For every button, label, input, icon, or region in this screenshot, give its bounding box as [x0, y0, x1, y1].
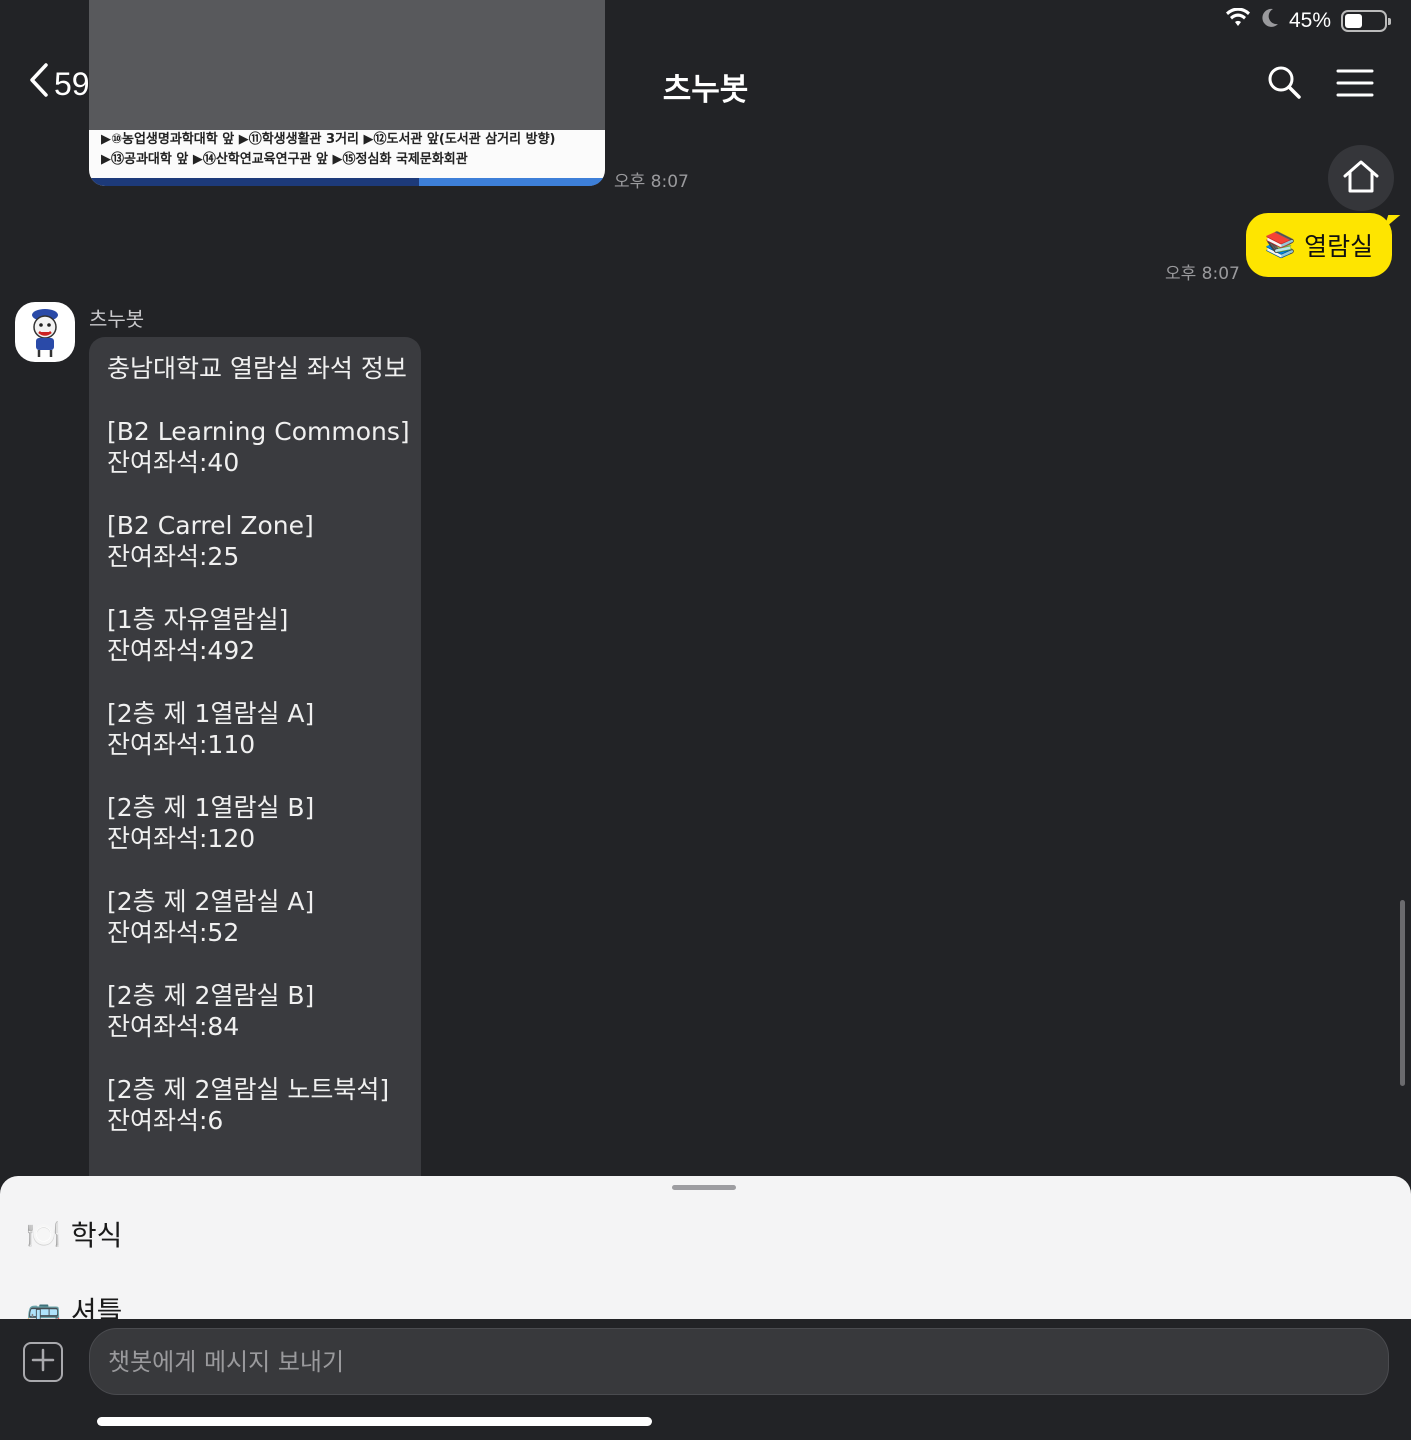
- user-message-bubble[interactable]: 📚 열람실: [1246, 213, 1392, 277]
- room-entry: [B2 Learning Commons] 잔여좌석:40: [107, 416, 410, 478]
- room-entry: [2층 제 2열람실 노트북석] 잔여좌석:6: [107, 1074, 403, 1136]
- battery-percent: 45%: [1288, 9, 1331, 32]
- attach-button[interactable]: [23, 1342, 63, 1382]
- room-name: [B2 Learning Commons]: [107, 417, 410, 446]
- room-seats: 잔여좌석:25: [107, 542, 240, 571]
- room-seats: 잔여좌석:52: [107, 918, 240, 947]
- bot-avatar[interactable]: [15, 302, 75, 362]
- status-bar: 45%: [1225, 6, 1391, 36]
- message-input[interactable]: [89, 1328, 1389, 1395]
- books-icon: 📚: [1264, 230, 1297, 259]
- room-entry: [2층 제 2열람실 B] 잔여좌석:84: [107, 980, 403, 1042]
- room-seats: 잔여좌석:492: [107, 636, 256, 665]
- mascot-icon: [32, 309, 58, 357]
- battery-icon: [1341, 10, 1391, 32]
- room-name: [2층 제 2열람실 A]: [107, 887, 315, 916]
- room-entry: [B2 Carrel Zone] 잔여좌석:25: [107, 510, 403, 572]
- plate-icon: 🍽️: [26, 1217, 61, 1251]
- moon-icon: [1261, 8, 1279, 34]
- plus-icon: [30, 1347, 56, 1377]
- search-icon[interactable]: [1266, 64, 1302, 104]
- room-entry: [2층 제 2열람실 A] 잔여좌석:52: [107, 886, 403, 948]
- user-message-text: 열람실: [1304, 232, 1374, 261]
- chat-title: 츠누봇: [662, 72, 749, 108]
- room-seats: 잔여좌석:84: [107, 1012, 240, 1041]
- bot-message-bubble[interactable]: 충남대학교 열람실 좌석 정보 [B2 Learning Commons] 잔여좌…: [89, 337, 421, 1197]
- bot-sender-name: 츠누봇: [89, 307, 145, 331]
- room-seats: 잔여좌석:6: [107, 1106, 224, 1135]
- user-message-timestamp: 오후 8:07: [1165, 264, 1240, 284]
- room-entry: [1층 자유열람실] 잔여좌석:492: [107, 604, 403, 666]
- image-text-line-2: ▶⑬공과대학 앞 ▶⑭산학연교육연구관 앞 ▶⑮정심화 국제문화회관: [101, 152, 468, 167]
- chat-scrollbar[interactable]: [1400, 900, 1405, 1086]
- room-name: [B2 Carrel Zone]: [107, 511, 314, 540]
- message-input-bar: [0, 1319, 1411, 1440]
- room-seats: 잔여좌석:40: [107, 448, 240, 477]
- room-seats: 잔여좌석:110: [107, 730, 256, 759]
- image-text-line-1: ▶⑩농업생명과학대학 앞 ▶⑪학생생활관 3거리 ▶⑫도서관 앞(도서관 삼거리…: [101, 132, 556, 147]
- chat-screen: ▶⑩농업생명과학대학 앞 ▶⑪학생생활관 3거리 ▶⑫도서관 앞(도서관 삼거리…: [0, 0, 1411, 1440]
- image-bottom-accent: [419, 178, 605, 186]
- room-entry: [2층 제 1열람실 B] 잔여좌석:120: [107, 792, 403, 854]
- quick-reply-sheet: 🍽️ 학식 🚌 셔틀: [0, 1176, 1411, 1326]
- room-name: [2층 제 2열람실 B]: [107, 981, 315, 1010]
- bot-message-heading: 충남대학교 열람실 좌석 정보: [107, 354, 407, 383]
- sheet-drag-handle[interactable]: [672, 1185, 736, 1190]
- home-button[interactable]: [1328, 145, 1394, 211]
- home-icon: [1341, 158, 1381, 198]
- quick-reply-label: 학식: [70, 1219, 123, 1252]
- room-entry: [2층 제 1열람실 A] 잔여좌석:110: [107, 698, 403, 760]
- room-name: [2층 제 1열람실 B]: [107, 793, 315, 822]
- quick-reply-meal[interactable]: 🍽️ 학식: [26, 1214, 122, 1254]
- wifi-icon: [1225, 7, 1251, 34]
- image-timestamp: 오후 8:07: [614, 172, 689, 192]
- menu-icon[interactable]: [1336, 64, 1374, 104]
- home-indicator[interactable]: [97, 1417, 652, 1426]
- room-name: [1층 자유열람실]: [107, 605, 289, 634]
- room-name: [2층 제 2열람실 노트북석]: [107, 1075, 390, 1104]
- battery-fill: [1345, 14, 1363, 28]
- room-name: [2층 제 1열람실 A]: [107, 699, 315, 728]
- chat-header: 59 츠누봇: [0, 50, 1411, 126]
- room-seats: 잔여좌석:120: [107, 824, 256, 853]
